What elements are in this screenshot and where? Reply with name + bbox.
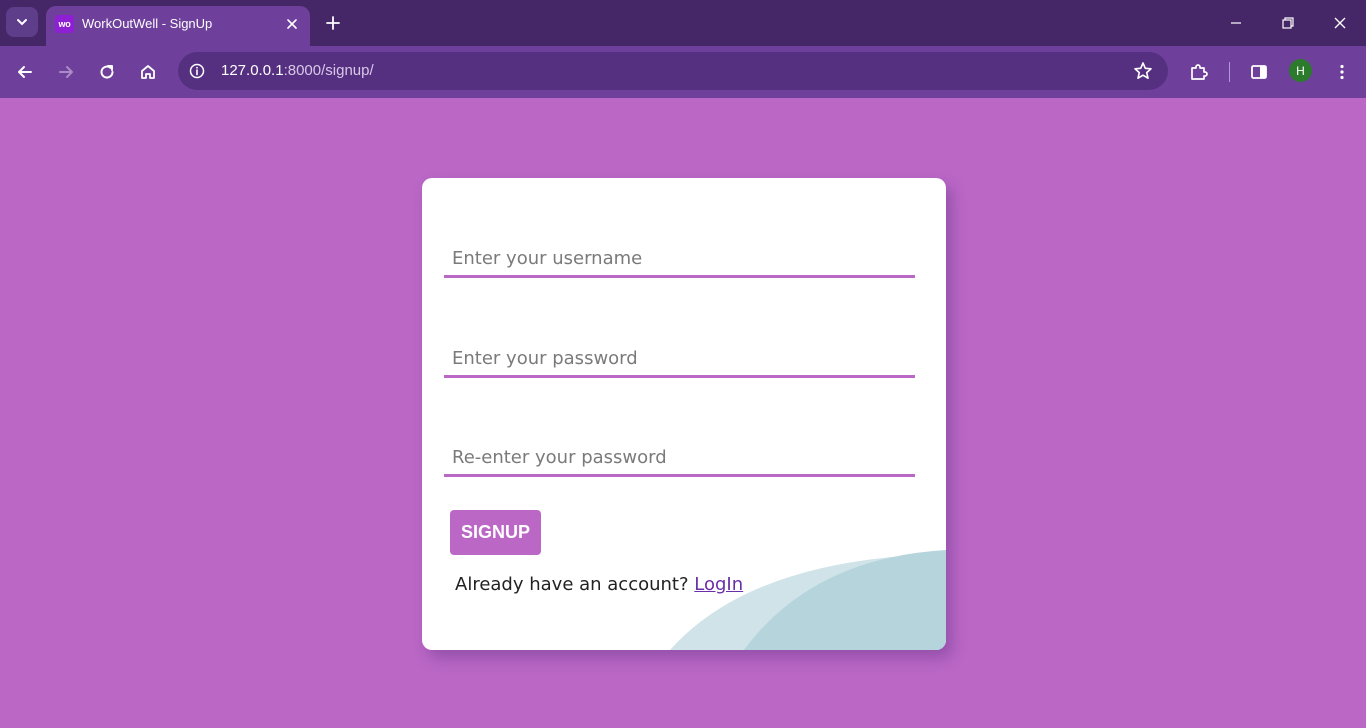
extensions-button[interactable] [1185, 58, 1213, 86]
browser-toolbar: 127.0.0.1:8000/signup/ H [0, 46, 1366, 98]
site-info-button[interactable] [188, 62, 206, 80]
url-host: 127.0.0.1 [221, 62, 284, 79]
minimize-icon [1231, 22, 1241, 24]
new-tab-button[interactable] [321, 11, 345, 35]
close-window-button[interactable] [1325, 8, 1355, 38]
info-icon [189, 63, 205, 79]
puzzle-icon [1191, 64, 1208, 80]
arrow-left-icon [18, 66, 32, 78]
close-icon [287, 19, 297, 29]
signup-card: SIGNUP Already have an account? LogIn [422, 178, 946, 650]
reload-icon [100, 65, 114, 79]
favicon-icon: wo [55, 15, 74, 33]
arrow-right-icon [59, 66, 73, 78]
address-bar[interactable]: 127.0.0.1:8000/signup/ [178, 52, 1168, 90]
toolbar-divider [1229, 62, 1230, 82]
back-button[interactable] [11, 58, 39, 86]
profile-avatar[interactable]: H [1289, 59, 1312, 82]
username-input[interactable] [444, 242, 915, 278]
login-prompt: Already have an account? LogIn [455, 574, 743, 595]
forward-button[interactable] [52, 58, 80, 86]
tab-close-button[interactable] [284, 16, 300, 32]
restore-icon [1282, 17, 1294, 29]
signup-button[interactable]: SIGNUP [450, 510, 541, 555]
home-icon [141, 65, 155, 79]
confirm-password-input[interactable] [444, 441, 915, 477]
star-icon [1134, 62, 1152, 79]
page-background: SIGNUP Already have an account? LogIn [0, 98, 1366, 728]
restore-button[interactable] [1273, 8, 1303, 38]
reload-button[interactable] [93, 58, 121, 86]
tab-title: WorkOutWell - SignUp [82, 16, 213, 31]
bookmark-button[interactable] [1132, 60, 1154, 82]
home-button[interactable] [134, 58, 162, 86]
tab-active[interactable]: wo WorkOutWell - SignUp [46, 6, 310, 46]
minimize-button[interactable] [1221, 8, 1251, 38]
side-panel-icon [1251, 65, 1267, 79]
side-panel-button[interactable] [1245, 58, 1273, 86]
url-text[interactable]: 127.0.0.1:8000/signup/ [221, 62, 374, 79]
plus-icon [326, 16, 340, 30]
chevron-down-icon [17, 19, 27, 26]
login-link[interactable]: LogIn [694, 574, 743, 595]
tab-search-button[interactable] [6, 7, 38, 37]
login-prompt-text: Already have an account? [455, 574, 689, 595]
tab-strip: wo WorkOutWell - SignUp [0, 0, 1366, 46]
url-path: :8000/signup/ [283, 62, 374, 79]
password-input[interactable] [444, 342, 915, 378]
browser-menu-button[interactable] [1328, 58, 1356, 86]
close-icon [1334, 17, 1346, 29]
kebab-menu-icon [1340, 64, 1344, 80]
